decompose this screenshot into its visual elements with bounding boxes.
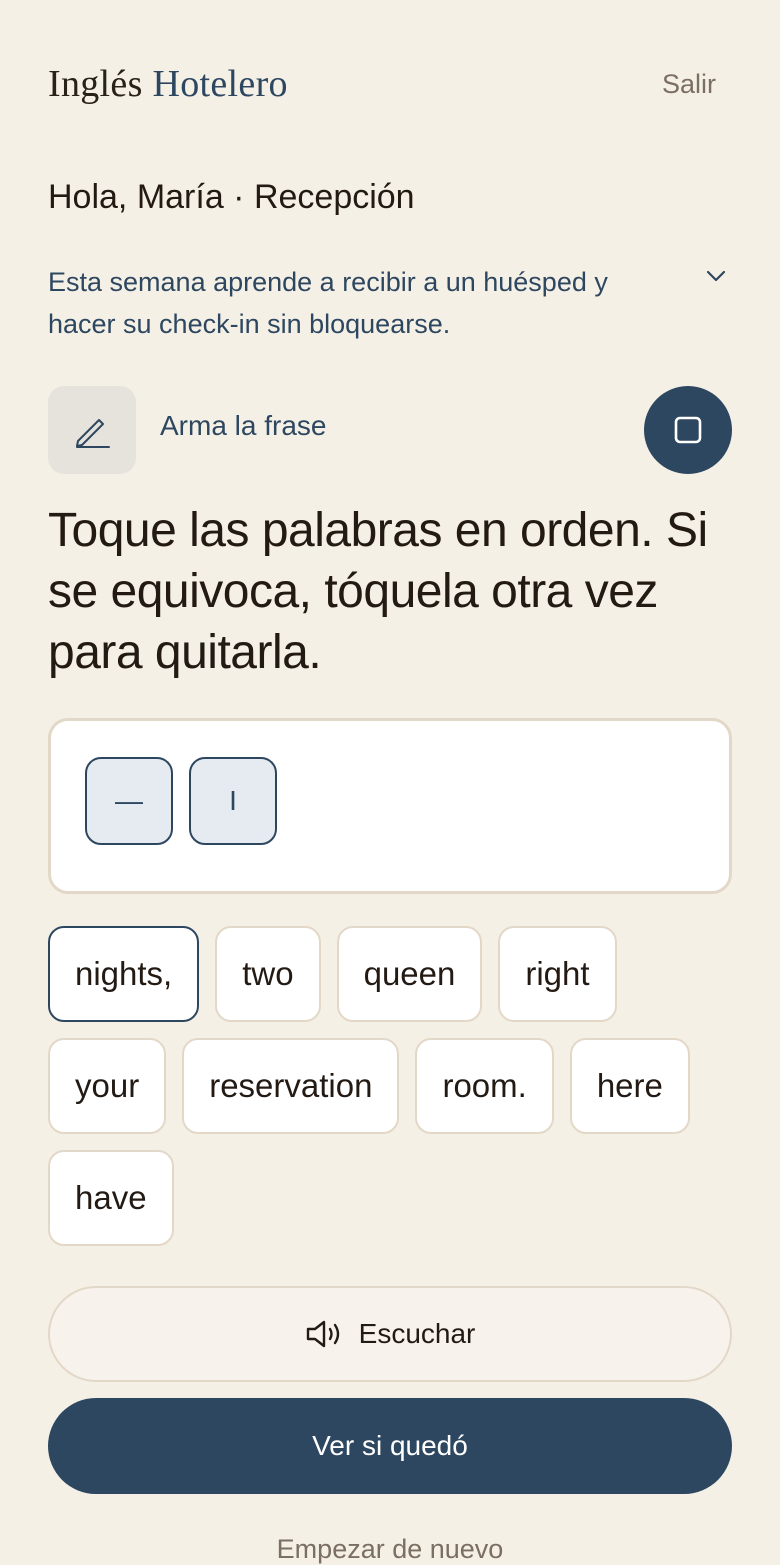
stop-icon	[674, 416, 702, 444]
word-chip-have[interactable]: have	[48, 1150, 174, 1246]
chevron-down-icon	[706, 270, 726, 282]
word-chip-two[interactable]: two	[215, 926, 321, 1022]
brand-part2: Hotelero	[152, 63, 288, 105]
activity-icon-tile	[48, 386, 136, 474]
word-chip-room[interactable]: room.	[415, 1038, 554, 1134]
word-chip-nights[interactable]: nights,	[48, 926, 200, 1022]
stop-button[interactable]	[644, 386, 732, 474]
word-chip-queen[interactable]: queen	[336, 926, 483, 1022]
pencil-icon	[76, 419, 110, 448]
restart-link[interactable]: Empezar de nuevo	[0, 1534, 780, 1565]
app-header: Inglés Hotelero Salir	[48, 58, 716, 110]
word-chip-here[interactable]: here	[569, 1038, 690, 1134]
listen-label: Escuchar	[358, 1318, 476, 1349]
exercise-instruction: Toque las palabras en orden. Si se equiv…	[48, 504, 708, 679]
word-chip-reservation[interactable]: reservation	[182, 1038, 400, 1134]
word-chip-your[interactable]: your	[48, 1038, 167, 1134]
brand-part1: Inglés	[48, 63, 143, 105]
logout-link[interactable]: Salir	[662, 69, 716, 100]
speaker-icon	[306, 1320, 339, 1348]
weekly-goal-text: Esta semana aprende a recibir a un huésp…	[48, 267, 608, 339]
listen-button[interactable]: Escuchar	[48, 1286, 732, 1382]
answer-chip[interactable]: —	[85, 757, 173, 845]
check-answer-button[interactable]: Ver si quedó	[48, 1398, 732, 1494]
word-bank: nights, two queen right your reservation…	[48, 926, 738, 1246]
greeting-text: Hola, María · Recepción	[48, 178, 415, 216]
app-logo: Inglés Hotelero	[48, 62, 288, 106]
word-chip-right[interactable]: right	[498, 926, 617, 1022]
answer-area[interactable]: — I	[48, 718, 732, 894]
activity-label: Arma la frase	[160, 410, 327, 441]
answer-chip[interactable]: I	[189, 757, 277, 845]
goal-expand-toggle[interactable]	[700, 260, 732, 292]
